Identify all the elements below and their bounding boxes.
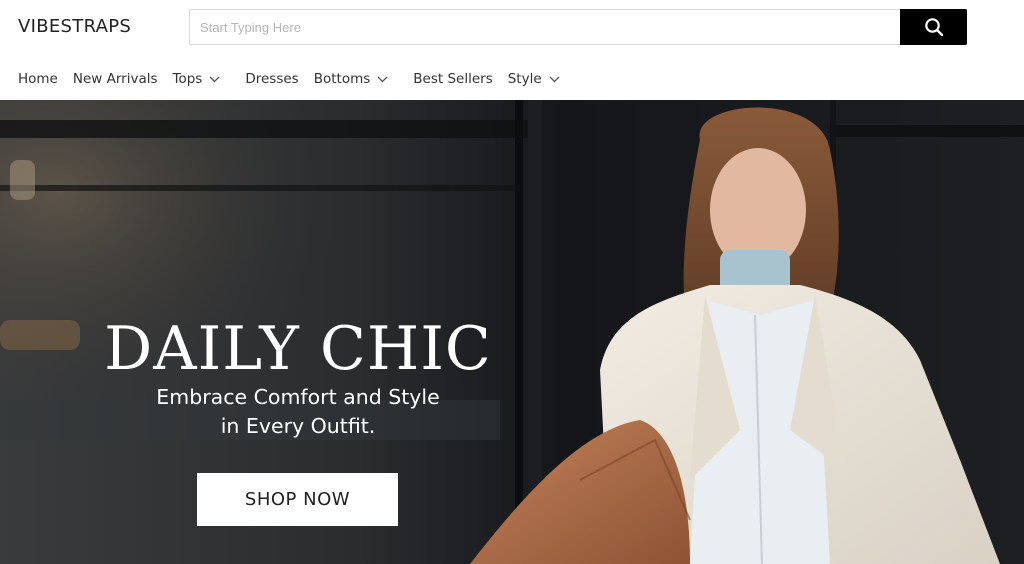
nav-item-bottoms[interactable]: Bottoms bbox=[314, 71, 389, 87]
shop-now-button[interactable]: SHOP NOW bbox=[197, 473, 398, 526]
nav-item-label: Dresses bbox=[245, 71, 299, 87]
nav-item-style[interactable]: Style bbox=[508, 71, 560, 87]
nav-item-label: Best Sellers bbox=[413, 71, 493, 87]
hero-subtitle: Embrace Comfort and Style in Every Outfi… bbox=[0, 383, 596, 441]
site-logo[interactable]: VIBESTRAPS bbox=[18, 16, 131, 37]
nav-item-label: Style bbox=[507, 71, 542, 87]
hero-title: DAILY CHIC bbox=[104, 314, 492, 384]
nav-item-label: Home bbox=[18, 71, 58, 87]
chevron-down-icon bbox=[549, 76, 560, 83]
nav-item-dresses[interactable]: Dresses bbox=[245, 71, 298, 87]
search-icon bbox=[924, 18, 943, 37]
nav-item-label: Tops bbox=[172, 71, 203, 87]
search-button[interactable] bbox=[900, 9, 967, 45]
search-bar bbox=[189, 9, 967, 45]
site-header: VIBESTRAPS Home New Arrivals Tops Dresse… bbox=[0, 0, 1024, 100]
nav-item-best-sellers[interactable]: Best Sellers bbox=[413, 71, 492, 87]
hero-subtitle-line1: Embrace Comfort and Style bbox=[156, 385, 440, 409]
nav-item-label: Bottoms bbox=[313, 71, 371, 87]
chevron-down-icon bbox=[209, 76, 220, 83]
nav-item-label: New Arrivals bbox=[72, 71, 158, 87]
nav-item-new-arrivals[interactable]: New Arrivals bbox=[73, 71, 158, 87]
main-nav: Home New Arrivals Tops Dresses Bottoms B… bbox=[18, 68, 560, 90]
hero-banner: DAILY CHIC Embrace Comfort and Style in … bbox=[0, 100, 1024, 564]
nav-item-tops[interactable]: Tops bbox=[173, 71, 221, 87]
nav-item-home[interactable]: Home bbox=[18, 71, 58, 87]
search-input[interactable] bbox=[190, 10, 900, 44]
hero-subtitle-line2: in Every Outfit. bbox=[220, 414, 376, 438]
chevron-down-icon bbox=[377, 76, 388, 83]
